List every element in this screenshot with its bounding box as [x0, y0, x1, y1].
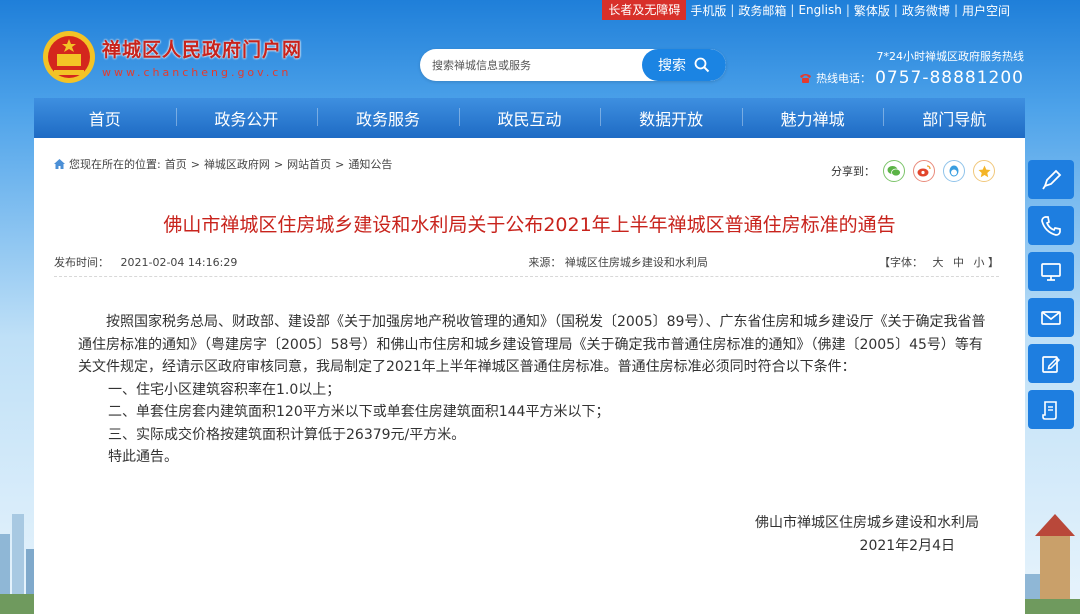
publish-time-label: 发布时间： — [54, 256, 109, 269]
breadcrumb-item-site-home[interactable]: 网站首页 — [287, 156, 331, 172]
search-input[interactable] — [420, 49, 642, 81]
source-value: 禅城区住房城乡建设和水利局 — [564, 256, 708, 269]
article-paragraph: 按照国家税务总局、财政部、建设部《关于加强房地产税收管理的通知》（国税发〔200… — [78, 314, 986, 375]
mobile-link[interactable]: 手机版 — [686, 2, 730, 19]
document-icon — [1042, 400, 1057, 420]
nav-item-interaction[interactable]: 政民互动 — [458, 106, 601, 130]
breadcrumb-separator: > — [335, 157, 345, 171]
mail-icon — [1041, 310, 1061, 325]
site-logo[interactable]: 禅城区人民政府门户网 www.chancheng.gov.cn — [42, 30, 302, 84]
telephone-icon — [800, 73, 812, 83]
qzone-share-icon[interactable] — [973, 160, 995, 182]
accessibility-link[interactable]: 长者及无障碍 — [602, 0, 687, 20]
share-bar: 分享到： — [831, 160, 995, 182]
wechat-share-icon[interactable] — [883, 160, 905, 182]
search-button[interactable]: 搜索 — [642, 49, 726, 81]
condition-item: 二、单套住房套内建筑面积120平方米以下或单套住房建筑面积144平方米以下； — [108, 404, 610, 420]
closing-statement: 特此通告。 — [108, 449, 178, 465]
font-size-bracket: 】 — [987, 256, 999, 269]
article-body: 按照国家税务总局、财政部、建设部《关于加强房地产税收管理的通知》（国税发〔200… — [78, 311, 988, 469]
nav-item-home[interactable]: 首页 — [34, 106, 176, 130]
article-meta: 发布时间： 2021-02-04 14:16:29 来源： 禅城区住房城乡建设和… — [54, 254, 999, 270]
side-button-write[interactable] — [1028, 160, 1074, 199]
side-button-document[interactable] — [1028, 390, 1074, 429]
side-button-mail[interactable] — [1028, 298, 1074, 337]
side-button-edit[interactable] — [1028, 344, 1074, 383]
side-toolbar — [1028, 160, 1074, 429]
search-button-label: 搜索 — [658, 58, 686, 74]
monitor-icon — [1041, 262, 1061, 281]
search-box: 搜索 — [420, 49, 726, 81]
publish-time: 2021-02-04 14:16:29 — [120, 256, 238, 269]
issue-date: 2021年2月4日 — [859, 538, 955, 554]
breadcrumb-item-notices[interactable]: 通知公告 — [348, 156, 392, 172]
phone-icon — [1041, 215, 1061, 236]
weibo-share-icon[interactable] — [913, 160, 935, 182]
breadcrumb-separator: > — [273, 157, 284, 171]
breadcrumb-separator: > — [190, 157, 200, 171]
main-navigation: 首页 政务公开 政务服务 政民互动 数据开放 魅力禅城 部门导航 — [34, 98, 1025, 138]
hotline-label: 热线电话： — [816, 72, 872, 85]
font-size-medium[interactable]: 中 — [953, 256, 964, 269]
side-button-monitor[interactable] — [1028, 252, 1074, 291]
edit-icon — [1042, 355, 1061, 373]
skyline-decoration-right — [1020, 514, 1080, 614]
home-icon — [54, 159, 65, 169]
share-label: 分享到： — [831, 165, 875, 178]
user-space-link[interactable]: 用户空间 — [958, 2, 1014, 19]
national-emblem-icon — [43, 31, 95, 83]
service-hotline: 7*24小时禅城区政府服务热线 热线电话： 0757-88881200 — [799, 48, 1024, 88]
qq-share-icon[interactable] — [943, 160, 965, 182]
condition-item: 一、住宅小区建筑容积率在1.0以上； — [108, 381, 341, 398]
breadcrumb-prefix: 您现在所在的位置: — [69, 158, 161, 171]
gov-weibo-link[interactable]: 政务微博 — [898, 2, 954, 19]
source-label: 来源： — [528, 256, 562, 269]
meta-divider — [54, 276, 999, 277]
breadcrumb-item-district-gov[interactable]: 禅城区政府网 — [204, 156, 270, 172]
side-button-phone[interactable] — [1028, 206, 1074, 245]
hotline-caption: 7*24小时禅城区政府服务热线 — [876, 50, 1025, 63]
search-icon — [694, 57, 710, 73]
nav-item-charm-chancheng[interactable]: 魅力禅城 — [741, 106, 884, 130]
article-title: 佛山市禅城区住房城乡建设和水利局关于公布2021年上半年禅城区普通住房标准的通告 — [163, 214, 896, 236]
breadcrumb-item-home[interactable]: 首页 — [165, 156, 187, 172]
nav-item-gov-affairs-disclosure[interactable]: 政务公开 — [175, 106, 318, 130]
top-links-bar: 长者及无障碍 手机版 | 政务邮箱 | English | 繁体版 | 政务微博 | 用户… — [602, 0, 1014, 20]
pen-icon — [1042, 169, 1062, 189]
breadcrumb: 您现在所在的位置: 首页 > 禅城区政府网 > 网站首页 > 通知公告 — [54, 156, 392, 172]
article-signature: 佛山市禅城区住房城乡建设和水利局 2021年2月4日 — [755, 512, 979, 558]
nav-item-open-data[interactable]: 数据开放 — [600, 106, 742, 130]
font-size-large[interactable]: 大 — [932, 256, 943, 269]
traditional-chinese-link[interactable]: 繁体版 — [850, 2, 894, 19]
english-link[interactable]: English — [794, 3, 845, 17]
nav-item-department-nav[interactable]: 部门导航 — [883, 106, 1025, 130]
article-panel: 您现在所在的位置: 首页 > 禅城区政府网 > 网站首页 > 通知公告 分享到：… — [34, 138, 1025, 614]
hotline-number: 0757-88881200 — [875, 68, 1024, 88]
nav-item-gov-services[interactable]: 政务服务 — [317, 106, 459, 130]
condition-item: 三、实际成交价格按建筑面积计算低于26379元/平方米。 — [108, 426, 466, 443]
font-size-small[interactable]: 小 — [973, 256, 984, 269]
font-size-label: 【字体： — [878, 256, 923, 269]
gov-mail-link[interactable]: 政务邮箱 — [734, 2, 790, 19]
site-domain: www.chancheng.gov.cn — [102, 66, 292, 79]
issuing-department: 佛山市禅城区住房城乡建设和水利局 — [755, 515, 979, 531]
site-title: 禅城区人民政府门户网 — [102, 39, 303, 61]
